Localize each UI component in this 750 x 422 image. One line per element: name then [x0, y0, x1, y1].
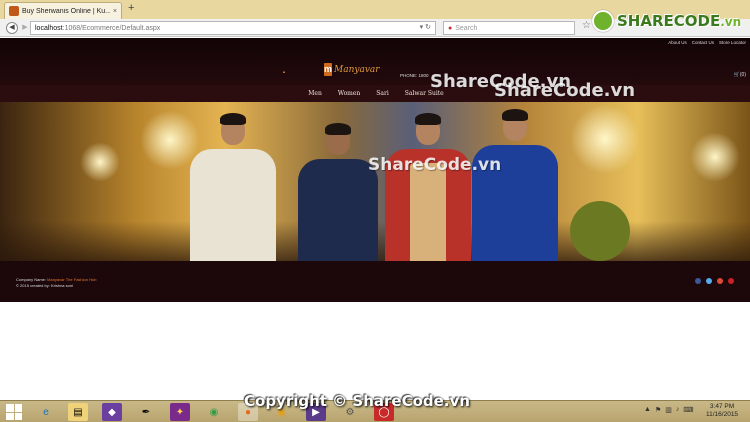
file-explorer-icon[interactable]: ▤ [68, 403, 88, 421]
reload-icon[interactable]: ▾ ↻ [420, 23, 431, 31]
site-footer: Company Name: Manyavar The Fashion Hub ©… [0, 261, 750, 302]
site-favicon-icon [9, 6, 19, 16]
url-path: :1068/Ecommerce/Default.aspx [62, 24, 161, 32]
logo-text: Manyavar [334, 64, 380, 75]
search-engine-icon: ● [448, 24, 453, 32]
cart-link[interactable]: 🛒(0) [734, 72, 746, 78]
watermark-logo-suffix: .vn [720, 15, 742, 29]
company-label: Company Name: [16, 277, 47, 282]
watermark-text-3: ShareCode.vn [368, 155, 502, 175]
flower-basket [570, 191, 630, 261]
sharecode-logo-icon [592, 10, 614, 32]
company-name: Manyavar The Fashion Hub [47, 277, 97, 282]
watermark-logo-text: SHARECODE [617, 12, 721, 30]
address-bar[interactable]: localhost :1068/Ecommerce/Default.aspx ▾… [30, 21, 436, 35]
header-ornament-icon: ▲ [282, 69, 286, 74]
hero-banner-image [0, 102, 750, 261]
bookmark-star-icon[interactable]: ☆ [582, 20, 591, 31]
store-locator-link[interactable]: Store Locator [719, 40, 746, 45]
copyright-watermark: Copyright © ShareCode.vn [244, 392, 470, 410]
model-1 [190, 113, 276, 261]
clock-date: 11/16/2015 [706, 411, 739, 418]
model-2 [298, 123, 378, 261]
app-icon[interactable]: ✦ [170, 403, 190, 421]
url-host: localhost [35, 24, 63, 32]
main-menu-bar: Men Women Sari Salwar Suite [0, 85, 750, 102]
tab-title: Buy Sherwanis Online | Ku... [22, 7, 110, 15]
menu-item-men[interactable]: Men [308, 85, 322, 102]
back-arrow-icon[interactable]: ◀ [6, 22, 18, 34]
logo-badge: m [324, 63, 333, 76]
visual-studio-icon[interactable]: ◆ [102, 403, 122, 421]
pinterest-icon[interactable] [728, 278, 734, 284]
footer-info: Company Name: Manyavar The Fashion Hub ©… [16, 277, 96, 288]
site-logo[interactable]: m Manyavar [324, 61, 380, 78]
keyboard-icon[interactable]: ⌨ [683, 406, 693, 414]
phone-number: PHONE: 1800 [400, 73, 429, 78]
sharecode-logo-watermark: SHARECODE.vn [592, 10, 741, 32]
about-us-link[interactable]: About Us [668, 40, 687, 45]
chrome-icon[interactable]: ◉ [204, 403, 224, 421]
pen-tool-icon[interactable]: ✒ [136, 403, 156, 421]
menu-item-women[interactable]: Women [338, 85, 360, 102]
footer-copyright: © 2015 created by: Krishna soni [16, 282, 73, 288]
top-links: About Us Contact Us Store Locator [668, 40, 746, 45]
browser-search-input[interactable]: ● Search [443, 21, 575, 35]
browser-tab[interactable]: Buy Sherwanis Online | Ku... × [4, 2, 122, 19]
taskbar-clock[interactable]: 3:47 PM 11/16/2015 [706, 403, 738, 419]
twitter-icon[interactable] [706, 278, 712, 284]
main-menu: Men Women Sari Salwar Suite [0, 85, 750, 102]
network-icon[interactable]: ▥ [665, 406, 672, 414]
flag-icon[interactable]: ⚑ [655, 406, 661, 414]
model-4 [472, 109, 558, 261]
cart-count: (0) [739, 72, 746, 78]
model-3 [385, 113, 471, 261]
new-tab-button[interactable]: + [128, 2, 134, 14]
contact-us-link[interactable]: Contact Us [692, 40, 714, 45]
facebook-icon[interactable] [695, 278, 701, 284]
menu-item-sari[interactable]: Sari [376, 85, 388, 102]
search-placeholder: Search [455, 24, 478, 32]
social-links [695, 278, 734, 284]
close-tab-icon[interactable]: × [113, 8, 117, 15]
watermark-text-2: ShareCode.vn [494, 80, 636, 101]
internet-explorer-icon[interactable]: e [36, 403, 56, 421]
system-tray: ▲ ⚑ ▥ ♪ ⌨ [644, 406, 693, 414]
volume-icon[interactable]: ♪ [676, 406, 680, 414]
google-plus-icon[interactable] [717, 278, 723, 284]
windows-start-icon[interactable] [6, 404, 22, 420]
tray-arrow-icon[interactable]: ▲ [644, 406, 651, 414]
clock-time: 3:47 PM [709, 403, 735, 410]
